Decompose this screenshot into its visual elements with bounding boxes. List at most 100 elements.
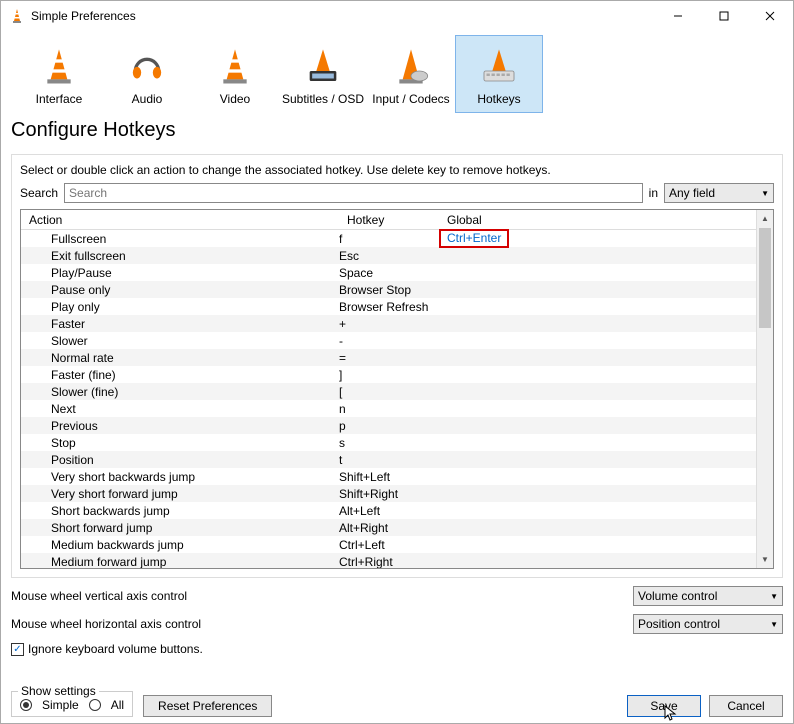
table-row[interactable]: Nextn xyxy=(21,400,756,417)
combo-value: Volume control xyxy=(638,589,717,603)
table-row[interactable]: Previousp xyxy=(21,417,756,434)
radio-all[interactable] xyxy=(89,699,101,711)
maximize-button[interactable] xyxy=(701,1,747,31)
cell-hotkey: Ctrl+Right xyxy=(339,555,439,569)
cell-hotkey: + xyxy=(339,317,439,331)
table-row[interactable]: FullscreenfCtrl+Enter xyxy=(21,230,756,247)
minimize-button[interactable] xyxy=(655,1,701,31)
cell-hotkey: Browser Refresh xyxy=(339,300,439,314)
cell-hotkey: t xyxy=(339,453,439,467)
table-row[interactable]: Very short forward jumpShift+Right xyxy=(21,485,756,502)
table-row[interactable]: Slower (fine)[ xyxy=(21,383,756,400)
cone-keyboard-icon xyxy=(475,42,523,90)
table-row[interactable]: Play/PauseSpace xyxy=(21,264,756,281)
tab-label: Subtitles / OSD xyxy=(282,92,364,106)
close-button[interactable] xyxy=(747,1,793,31)
save-button[interactable]: Save xyxy=(627,695,701,717)
table-row[interactable]: Short backwards jumpAlt+Left xyxy=(21,502,756,519)
table-row[interactable]: Very short backwards jumpShift+Left xyxy=(21,468,756,485)
tab-label: Hotkeys xyxy=(477,92,520,106)
cell-action: Play/Pause xyxy=(21,266,339,280)
cell-hotkey: Shift+Left xyxy=(339,470,439,484)
tab-input-codecs[interactable]: Input / Codecs xyxy=(367,35,455,113)
tab-hotkeys[interactable]: Hotkeys xyxy=(455,35,543,113)
table-row[interactable]: Slower- xyxy=(21,332,756,349)
titlebar: Simple Preferences xyxy=(1,1,793,31)
instructions-text: Select or double click an action to chan… xyxy=(20,163,774,177)
window-title: Simple Preferences xyxy=(31,9,655,23)
table-row[interactable]: Faster (fine)] xyxy=(21,366,756,383)
tab-video[interactable]: Video xyxy=(191,35,279,113)
cell-hotkey: Browser Stop xyxy=(339,283,439,297)
col-hotkey[interactable]: Hotkey xyxy=(339,213,439,227)
tab-subtitles[interactable]: Subtitles / OSD xyxy=(279,35,367,113)
ignore-volume-row[interactable]: ✓ Ignore keyboard volume buttons. xyxy=(11,642,783,656)
col-global[interactable]: Global xyxy=(439,213,756,227)
in-label: in xyxy=(649,186,658,200)
table-header: Action Hotkey Global xyxy=(21,210,756,230)
table-row[interactable]: Faster+ xyxy=(21,315,756,332)
mouse-horizontal-combo[interactable]: Position control ▼ xyxy=(633,614,783,634)
bottom-bar: Show settings Simple All Reset Preferenc… xyxy=(11,691,783,717)
cell-hotkey: Ctrl+Left xyxy=(339,538,439,552)
tab-audio[interactable]: Audio xyxy=(103,35,191,113)
cell-hotkey: Shift+Right xyxy=(339,487,439,501)
vertical-scrollbar[interactable]: ▲ ▼ xyxy=(756,210,773,568)
checkbox-checked-icon[interactable]: ✓ xyxy=(11,643,24,656)
col-action[interactable]: Action xyxy=(21,213,339,227)
cell-hotkey: - xyxy=(339,334,439,348)
cancel-button[interactable]: Cancel xyxy=(709,695,783,717)
tab-label: Video xyxy=(220,92,250,106)
chevron-down-icon: ▼ xyxy=(761,189,769,198)
table-row[interactable]: Exit fullscreenEsc xyxy=(21,247,756,264)
table-row[interactable]: Medium forward jumpCtrl+Right xyxy=(21,553,756,568)
search-label: Search xyxy=(20,186,58,200)
cell-hotkey: [ xyxy=(339,385,439,399)
mouse-horizontal-row: Mouse wheel horizontal axis control Posi… xyxy=(11,614,783,634)
cell-action: Next xyxy=(21,402,339,416)
tab-label: Interface xyxy=(36,92,83,106)
cell-hotkey: = xyxy=(339,351,439,365)
cone-disc-icon xyxy=(387,42,435,90)
tab-interface[interactable]: Interface xyxy=(15,35,103,113)
search-field-combo[interactable]: Any field ▼ xyxy=(664,183,774,203)
cell-action: Pause only xyxy=(21,283,339,297)
radio-simple[interactable] xyxy=(20,699,32,711)
mouse-vertical-label: Mouse wheel vertical axis control xyxy=(11,589,633,603)
cell-action: Slower xyxy=(21,334,339,348)
cell-action: Play only xyxy=(21,300,339,314)
cell-action: Normal rate xyxy=(21,351,339,365)
cell-hotkey: Esc xyxy=(339,249,439,263)
cell-action: Very short backwards jump xyxy=(21,470,339,484)
ignore-volume-label: Ignore keyboard volume buttons. xyxy=(28,642,203,656)
search-row: Search in Any field ▼ xyxy=(20,183,774,203)
cell-hotkey: n xyxy=(339,402,439,416)
mouse-horizontal-label: Mouse wheel horizontal axis control xyxy=(11,617,633,631)
category-tabs: Interface Audio Video Subtitles / OSD In… xyxy=(1,31,793,113)
table-row[interactable]: Pause onlyBrowser Stop xyxy=(21,281,756,298)
table-row[interactable]: Normal rate= xyxy=(21,349,756,366)
cell-hotkey: Space xyxy=(339,266,439,280)
table-row[interactable]: Medium backwards jumpCtrl+Left xyxy=(21,536,756,553)
cell-action: Medium backwards jump xyxy=(21,538,339,552)
cell-action: Slower (fine) xyxy=(21,385,339,399)
search-input[interactable] xyxy=(64,183,643,203)
scroll-down-icon[interactable]: ▼ xyxy=(757,551,773,568)
table-row[interactable]: Short forward jumpAlt+Right xyxy=(21,519,756,536)
radio-all-label: All xyxy=(111,698,124,712)
hotkeys-panel: Select or double click an action to chan… xyxy=(11,154,783,578)
table-row[interactable]: Positiont xyxy=(21,451,756,468)
cell-action: Stop xyxy=(21,436,339,450)
reset-preferences-button[interactable]: Reset Preferences xyxy=(143,695,272,717)
cell-hotkey: Alt+Left xyxy=(339,504,439,518)
show-settings-group: Show settings Simple All xyxy=(11,691,133,717)
chevron-down-icon: ▼ xyxy=(770,620,778,629)
table-row[interactable]: Stops xyxy=(21,434,756,451)
mouse-vertical-combo[interactable]: Volume control ▼ xyxy=(633,586,783,606)
scroll-up-icon[interactable]: ▲ xyxy=(757,210,773,227)
cell-hotkey: f xyxy=(339,232,439,246)
table-row[interactable]: Play onlyBrowser Refresh xyxy=(21,298,756,315)
tab-label: Input / Codecs xyxy=(372,92,449,106)
scroll-thumb[interactable] xyxy=(759,228,771,328)
show-settings-legend: Show settings xyxy=(18,684,99,698)
